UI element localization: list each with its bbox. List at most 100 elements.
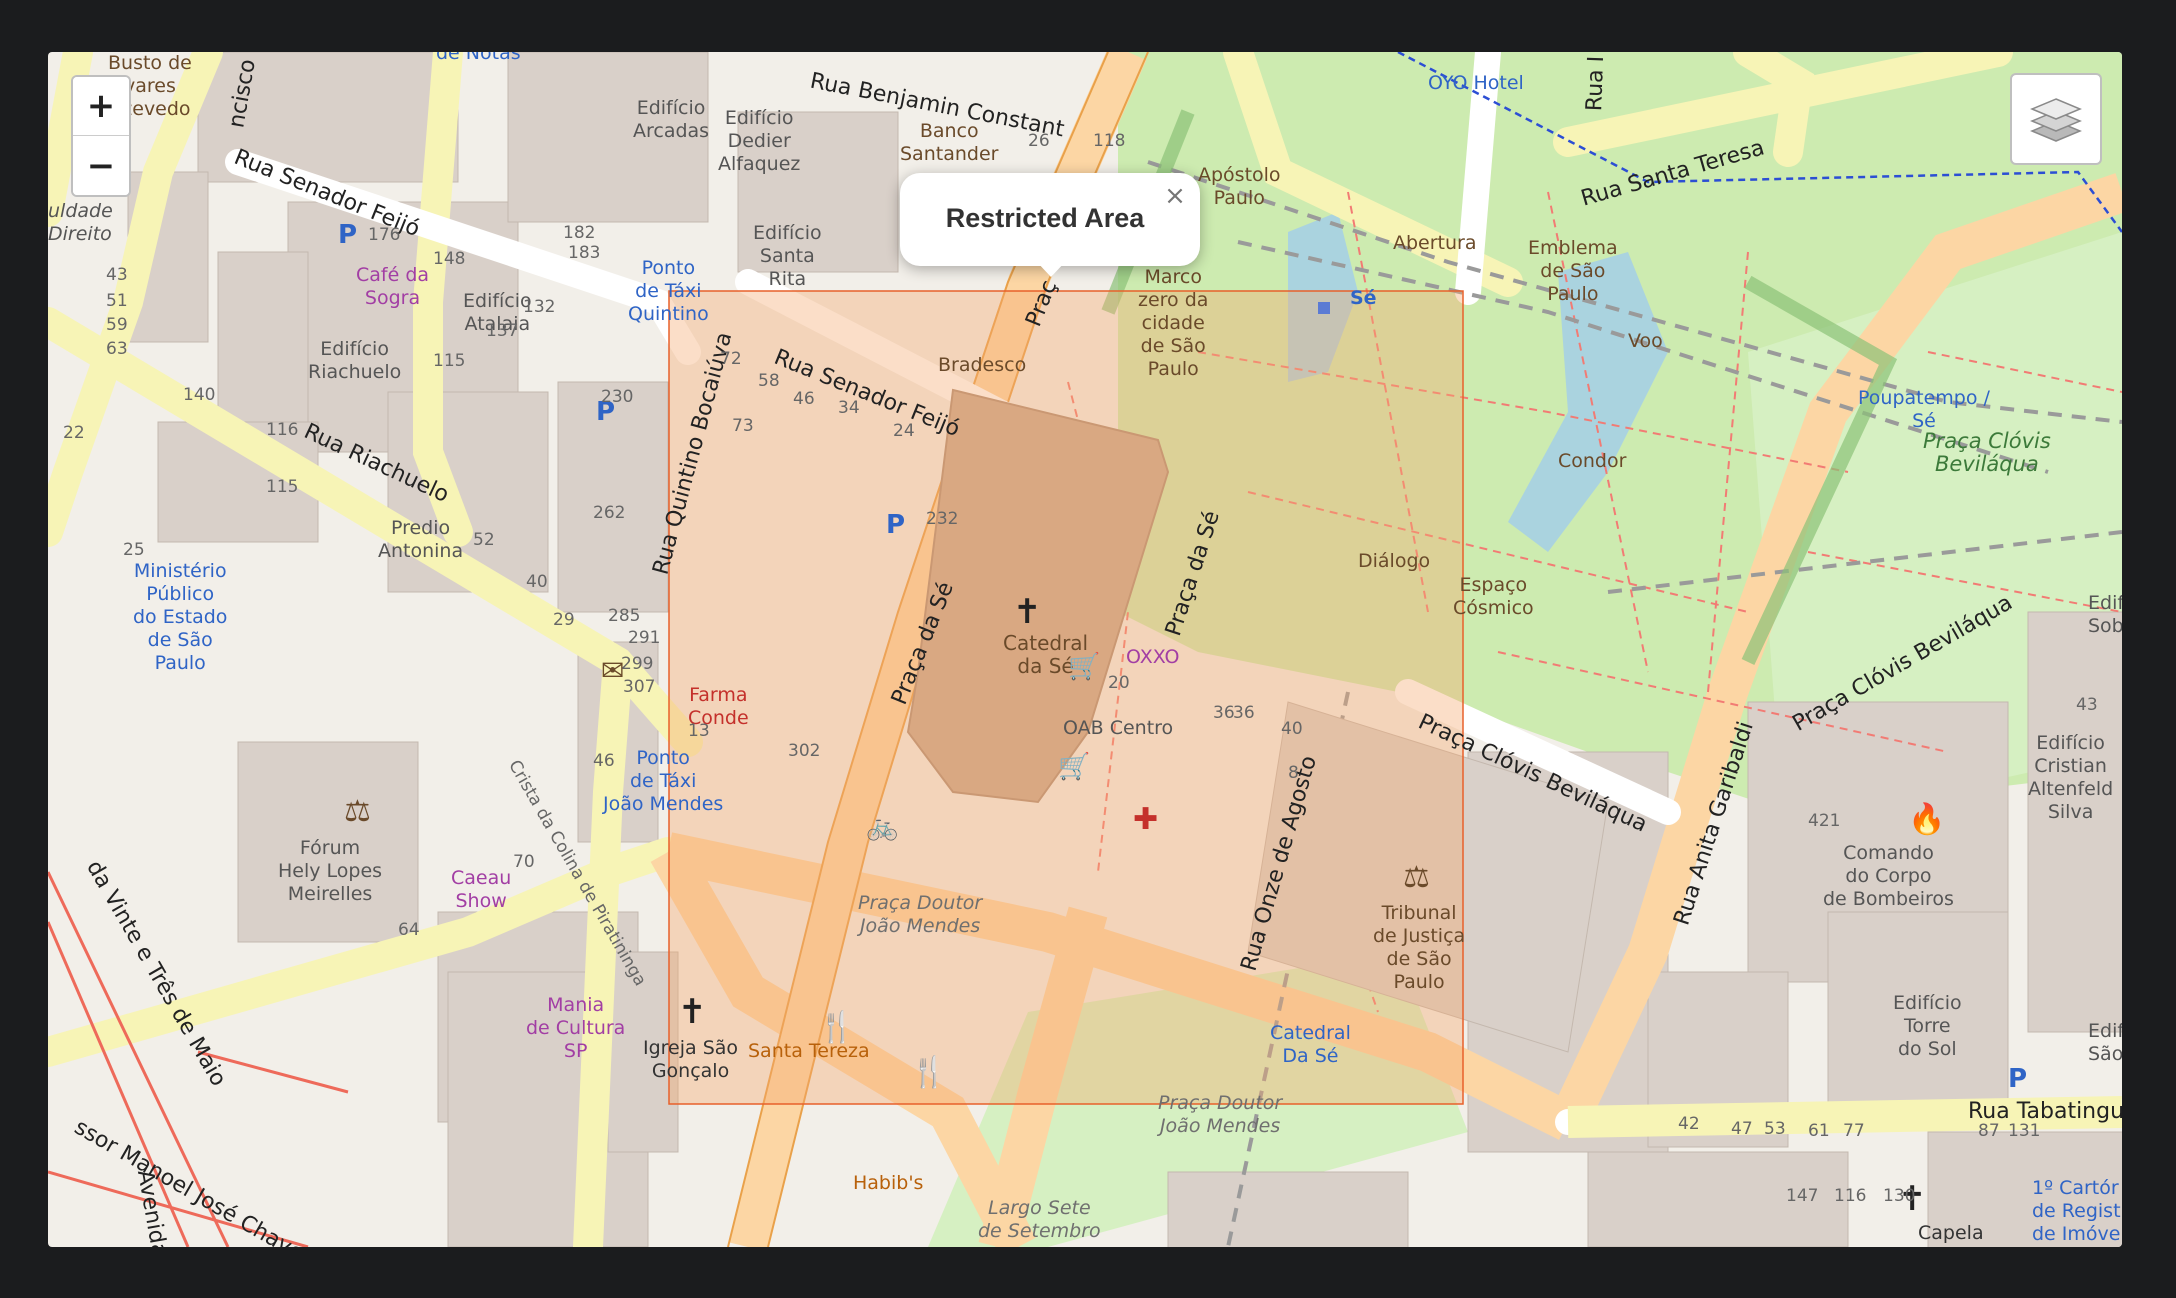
poi-label: Caeau Show (451, 867, 512, 912)
poi-label: OAB Centro (1063, 717, 1174, 739)
popup-close-button[interactable]: × (1162, 183, 1188, 209)
monument-label: Condor (1558, 450, 1627, 472)
popup-tip (1036, 261, 1066, 277)
house-number: 63 (106, 339, 128, 359)
house-number: 232 (926, 509, 959, 529)
bank-label: Bradesco (938, 354, 1027, 376)
house-number: 36 (1213, 703, 1235, 723)
monument-label: Marco zero da cidade de São Paulo (1138, 266, 1209, 380)
zoom-out-button[interactable]: − (73, 136, 129, 195)
house-number: 40 (1281, 719, 1303, 739)
poi-label: Ponto de Táxi João Mendes (603, 747, 724, 815)
house-number: 43 (2076, 695, 2098, 715)
fire-station-icon: 🔥 (1908, 802, 1946, 837)
building-label: Edifício Dedier Alfaquez (718, 107, 801, 175)
house-number: 299 (621, 654, 654, 674)
house-number: 115 (266, 477, 299, 497)
street-label: Rua I (1582, 55, 1610, 112)
house-number: 421 (1808, 811, 1841, 831)
parking-icon: P (886, 510, 906, 540)
justice-scale-icon: ⚖ (1403, 860, 1430, 895)
house-number: 262 (593, 503, 626, 523)
building-label: uldade Direito (48, 200, 113, 245)
house-number: 307 (623, 677, 656, 697)
house-number: 59 (106, 315, 128, 335)
house-number: 26 (1028, 131, 1050, 151)
building-label: Edifício Riachuelo (308, 338, 402, 383)
restaurant-icon: 🍴 (910, 1055, 948, 1090)
house-number: 291 (628, 628, 661, 648)
house-number: 140 (183, 385, 216, 405)
shop-icon: 🛒 (1068, 652, 1101, 682)
cross-icon: ✝ (1013, 592, 1042, 632)
house-number: 25 (123, 540, 145, 560)
house-number: 77 (1843, 1121, 1865, 1141)
square-label: Praça Doutor João Mendes (858, 892, 983, 937)
house-number: 47 (1731, 1119, 1753, 1139)
restricted-area-popup: Restricted Area × (900, 173, 1200, 277)
poi-label: Ponto de Táxi Quintino (628, 257, 709, 325)
house-number: 52 (473, 530, 495, 550)
station-label: Catedral Da Sé (1270, 1022, 1351, 1067)
layers-button[interactable] (2010, 73, 2102, 165)
house-number: 58 (758, 371, 780, 391)
poi-label: Café da Sogra (356, 264, 430, 309)
house-number: 116 (1834, 1186, 1867, 1206)
building-label: Edifício Santa Rita (753, 222, 822, 290)
station-label: Sé (1350, 287, 1377, 309)
monument-label: Diálogo (1358, 550, 1431, 572)
building-label: Edifício Arcadas (633, 97, 710, 142)
restaurant-label: Habib's (853, 1172, 924, 1194)
zoom-in-button[interactable]: + (73, 77, 129, 136)
shop-icon: 🛒 (1058, 752, 1091, 782)
house-number: 34 (838, 398, 860, 418)
restricted-area-polygon (668, 290, 1464, 1105)
zoom-control: + − (71, 75, 131, 197)
building-label: Edif Sobe (2088, 592, 2122, 637)
square-label: Praça Doutor João Mendes (1158, 1092, 1283, 1137)
house-number: 51 (106, 291, 128, 311)
house-number: 285 (608, 606, 641, 626)
house-number: 176 (368, 225, 401, 245)
house-number: 29 (553, 610, 575, 630)
house-number: 72 (720, 349, 742, 369)
monument-label: Voo (1628, 330, 1663, 352)
popup-title: Restricted Area (945, 203, 1145, 233)
window-frame: Rua Benjamin Constant Rua Senador Feijó … (0, 0, 2176, 1298)
monument-label: Abertura (1393, 232, 1477, 254)
house-number: 183 (568, 243, 601, 263)
bank-label: Banco Santander (900, 120, 999, 165)
poi-label: OXXO (1126, 646, 1180, 668)
house-number: 230 (601, 387, 634, 407)
layers-icon (2030, 98, 2082, 142)
parking-icon: P (338, 220, 358, 250)
house-number: 46 (793, 389, 815, 409)
house-number: 46 (593, 751, 615, 771)
house-number: 131 (2008, 1121, 2041, 1141)
house-number: 53 (1764, 1119, 1786, 1139)
building-label: Predio Antonina (378, 517, 464, 562)
pharmacy-icon: ✚ (1133, 802, 1159, 837)
park-label: Praça Clóvis Beviláqua (1923, 429, 2051, 476)
house-number: 43 (106, 265, 128, 285)
house-number: 87 (1978, 1121, 2000, 1141)
house-number: 22 (63, 423, 85, 443)
house-number: 148 (433, 249, 466, 269)
poi-label: Poupatempo / Sé (1858, 387, 1990, 432)
house-number: 70 (513, 852, 535, 872)
house-number: 118 (1093, 131, 1126, 151)
house-number: 115 (433, 351, 466, 371)
church-label: Igreja São Gonçalo (643, 1037, 739, 1082)
poi-label: Tribunal de Justiça de São Paulo (1373, 902, 1466, 993)
house-number: 20 (1108, 673, 1130, 693)
house-number: 8 (1288, 763, 1299, 783)
house-number: 302 (788, 741, 821, 761)
house-number: 147 (1786, 1186, 1819, 1206)
house-number: 42 (1678, 1114, 1700, 1134)
house-number: 64 (398, 920, 420, 940)
house-number: 116 (266, 420, 299, 440)
poi-label: Ministério Público do Estado de São Paul… (133, 560, 228, 674)
building-label: Fórum Hely Lopes Meirelles (278, 837, 383, 905)
house-number: 24 (893, 421, 915, 441)
house-number: 13 (688, 721, 710, 741)
